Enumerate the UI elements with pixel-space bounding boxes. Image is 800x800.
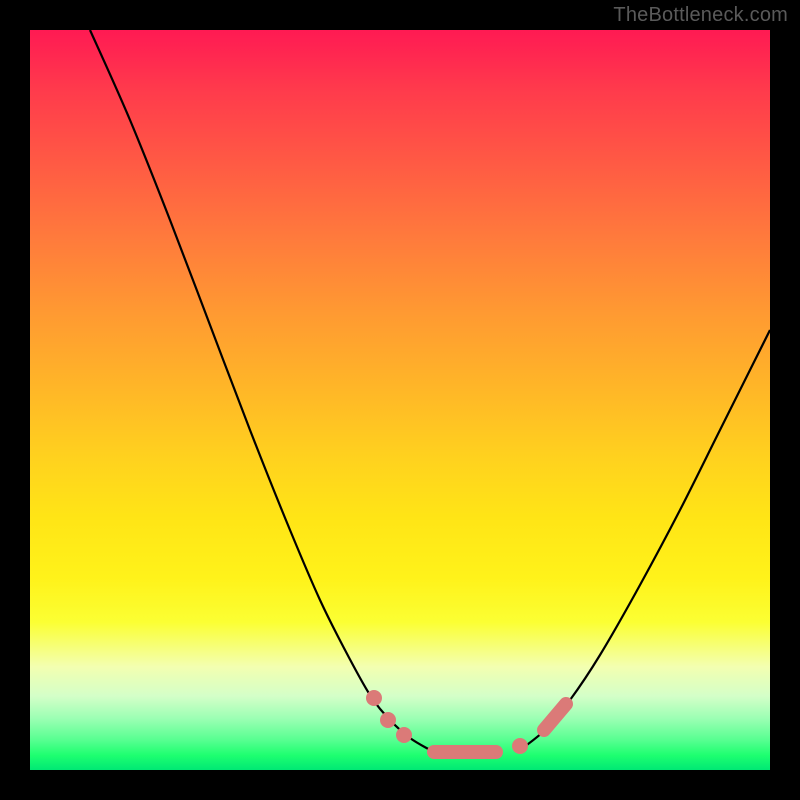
trough-marker-dot	[396, 727, 412, 743]
bottleneck-curve-left	[90, 30, 430, 750]
bottleneck-curve-right	[520, 330, 770, 750]
trough-marker-dot	[380, 712, 396, 728]
watermark-text: TheBottleneck.com	[613, 4, 788, 27]
chart-frame: TheBottleneck.com	[0, 0, 800, 800]
plot-area	[30, 30, 770, 770]
trough-marker-dot	[512, 738, 528, 754]
chart-svg	[30, 30, 770, 770]
trough-markers	[366, 690, 566, 754]
trough-marker-dot	[366, 690, 382, 706]
trough-marker-segment	[544, 704, 566, 730]
